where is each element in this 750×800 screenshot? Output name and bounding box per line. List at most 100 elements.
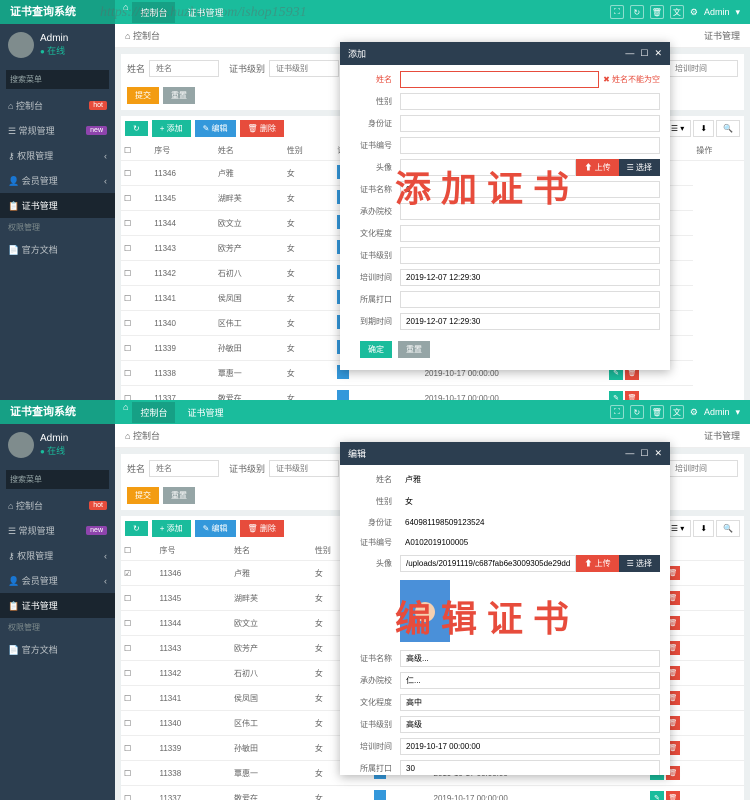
expand-icon[interactable]: ⛶ xyxy=(610,5,624,19)
choose-button[interactable]: ☰ 选择 xyxy=(619,159,660,176)
modal-header[interactable]: 添加 —☐✕ xyxy=(340,42,670,65)
row-chk[interactable]: ☐ xyxy=(121,311,151,336)
fld-level-input[interactable] xyxy=(400,247,660,264)
del-button[interactable]: 🗑 删除 xyxy=(240,120,284,137)
fld-gender-input[interactable] xyxy=(400,93,660,110)
fld-expire-input[interactable] xyxy=(400,313,660,330)
nav-item-cert[interactable]: 📋 证书管理 xyxy=(0,193,115,218)
filter-name-input[interactable] xyxy=(149,460,219,477)
fld-org-input[interactable] xyxy=(400,203,660,220)
edit-button[interactable]: ✎ 编辑 xyxy=(195,520,236,537)
filter-submit[interactable]: 提交 xyxy=(127,87,159,104)
row-edit-button[interactable]: ✎ xyxy=(609,391,623,400)
clear-icon[interactable]: 🗑 xyxy=(650,5,664,19)
chevron-down-icon[interactable]: ▾ xyxy=(735,7,740,18)
edit-button[interactable]: ✎ 编辑 xyxy=(195,120,236,137)
row-chk[interactable]: ☐ xyxy=(121,686,157,711)
nav-dashboard[interactable]: 控制台 xyxy=(132,2,175,23)
row-chk[interactable]: ☐ xyxy=(121,386,151,401)
add-button[interactable]: + 添加 xyxy=(152,520,191,537)
table-row[interactable]: ☐11337敬爱在女2019-10-17 00:00:00✎🗑 xyxy=(121,786,744,800)
filter-name-input[interactable] xyxy=(149,60,219,77)
fld-avatar-input[interactable] xyxy=(400,555,576,572)
nav-cert[interactable]: 证书管理 xyxy=(179,2,231,23)
fld-name-input[interactable] xyxy=(400,71,599,88)
avatar[interactable] xyxy=(8,32,34,58)
expand-icon[interactable]: ⛶ xyxy=(610,405,624,419)
chevron-down-icon[interactable]: ▾ xyxy=(735,407,740,418)
row-del-button[interactable]: 🗑 xyxy=(666,791,680,800)
filter-time-input[interactable] xyxy=(668,60,738,77)
lang-icon[interactable]: 文 xyxy=(670,5,684,19)
table-row[interactable]: ☐11337敬爱在女2019-10-17 00:00:00✎🗑 xyxy=(121,386,744,401)
nav-item-member[interactable]: 👤 会员管理‹ xyxy=(0,568,115,593)
export-button[interactable]: ⬇ xyxy=(693,520,714,537)
modal-cancel-button[interactable]: 重置 xyxy=(398,341,430,358)
fld-belong-input[interactable] xyxy=(400,760,660,775)
nav-dashboard[interactable]: 控制台 xyxy=(132,402,175,423)
row-chk[interactable]: ☐ xyxy=(121,186,151,211)
filter-level-input[interactable] xyxy=(269,460,339,477)
refresh-icon[interactable]: ↻ xyxy=(630,405,644,419)
row-chk[interactable]: ☐ xyxy=(121,586,157,611)
nav-item-general[interactable]: ☰ 常规管理new xyxy=(0,118,115,143)
row-chk[interactable]: ☐ xyxy=(121,261,151,286)
filter-reset[interactable]: 重置 xyxy=(163,487,195,504)
fld-edu-input[interactable] xyxy=(400,225,660,242)
nav-item-auth[interactable]: ⚷ 权限管理‹ xyxy=(0,143,115,168)
filter-reset[interactable]: 重置 xyxy=(163,87,195,104)
refresh-icon[interactable]: ↻ xyxy=(630,5,644,19)
row-chk[interactable]: ☐ xyxy=(121,236,151,261)
row-chk[interactable]: ☐ xyxy=(121,361,151,386)
fld-level-input[interactable] xyxy=(400,716,660,733)
upload-button[interactable]: ⬆ 上传 xyxy=(576,159,618,176)
row-chk[interactable]: ☐ xyxy=(121,736,157,761)
maximize-icon[interactable]: ☐ xyxy=(640,48,648,59)
th-chk[interactable]: ☐ xyxy=(121,541,157,561)
minimize-icon[interactable]: — xyxy=(625,448,634,459)
fld-traintime-input[interactable] xyxy=(400,738,660,755)
nav-item-auth[interactable]: ⚷ 权限管理‹ xyxy=(0,543,115,568)
sidebar-search[interactable]: 搜索菜单 xyxy=(6,70,109,89)
row-chk[interactable]: ☐ xyxy=(121,761,157,786)
lang-icon[interactable]: 文 xyxy=(670,405,684,419)
upload-button[interactable]: ⬆ 上传 xyxy=(576,555,618,572)
th-chk[interactable]: ☐ xyxy=(121,141,151,161)
refresh-button[interactable]: ↻ xyxy=(125,521,148,536)
fld-belong-input[interactable] xyxy=(400,291,660,308)
fld-edu-input[interactable] xyxy=(400,694,660,711)
row-chk[interactable]: ☐ xyxy=(121,161,151,186)
filter-submit[interactable]: 提交 xyxy=(127,487,159,504)
filter-level-input[interactable] xyxy=(269,60,339,77)
export-button[interactable]: ⬇ xyxy=(693,120,714,137)
close-icon[interactable]: ✕ xyxy=(654,448,662,459)
clear-icon[interactable]: 🗑 xyxy=(650,405,664,419)
row-chk[interactable]: ☐ xyxy=(121,711,157,736)
row-del-button[interactable]: 🗑 xyxy=(625,391,639,400)
fld-avatar-input[interactable] xyxy=(400,159,576,176)
topbar-user[interactable]: Admin xyxy=(704,7,730,17)
choose-button[interactable]: ☰ 选择 xyxy=(619,555,660,572)
topbar-user[interactable]: Admin xyxy=(704,407,730,417)
nav-item-dashboard[interactable]: ⌂ 控制台hot xyxy=(0,93,115,118)
nav-item-cert[interactable]: 📋 证书管理 xyxy=(0,593,115,618)
del-button[interactable]: 🗑 删除 xyxy=(240,520,284,537)
nav-item-docs[interactable]: 📄 官方文档 xyxy=(0,237,115,262)
row-chk[interactable]: ☐ xyxy=(121,611,157,636)
fld-certno-input[interactable] xyxy=(400,137,660,154)
nav-item-dashboard[interactable]: ⌂ 控制台hot xyxy=(0,493,115,518)
add-button[interactable]: + 添加 xyxy=(152,120,191,137)
row-chk[interactable]: ☐ xyxy=(121,211,151,236)
search-button[interactable]: 🔍 xyxy=(716,120,740,137)
search-button[interactable]: 🔍 xyxy=(716,520,740,537)
row-chk[interactable]: ☐ xyxy=(121,786,157,800)
fld-idcard-input[interactable] xyxy=(400,115,660,132)
nav-cert[interactable]: 证书管理 xyxy=(179,402,231,423)
row-chk[interactable]: ☐ xyxy=(121,336,151,361)
avatar[interactable] xyxy=(8,432,34,458)
nav-item-general[interactable]: ☰ 常规管理new xyxy=(0,518,115,543)
maximize-icon[interactable]: ☐ xyxy=(640,448,648,459)
fld-org-input[interactable] xyxy=(400,672,660,689)
modal-header[interactable]: 编辑 —☐✕ xyxy=(340,442,670,465)
fld-certname-input[interactable] xyxy=(400,181,660,198)
